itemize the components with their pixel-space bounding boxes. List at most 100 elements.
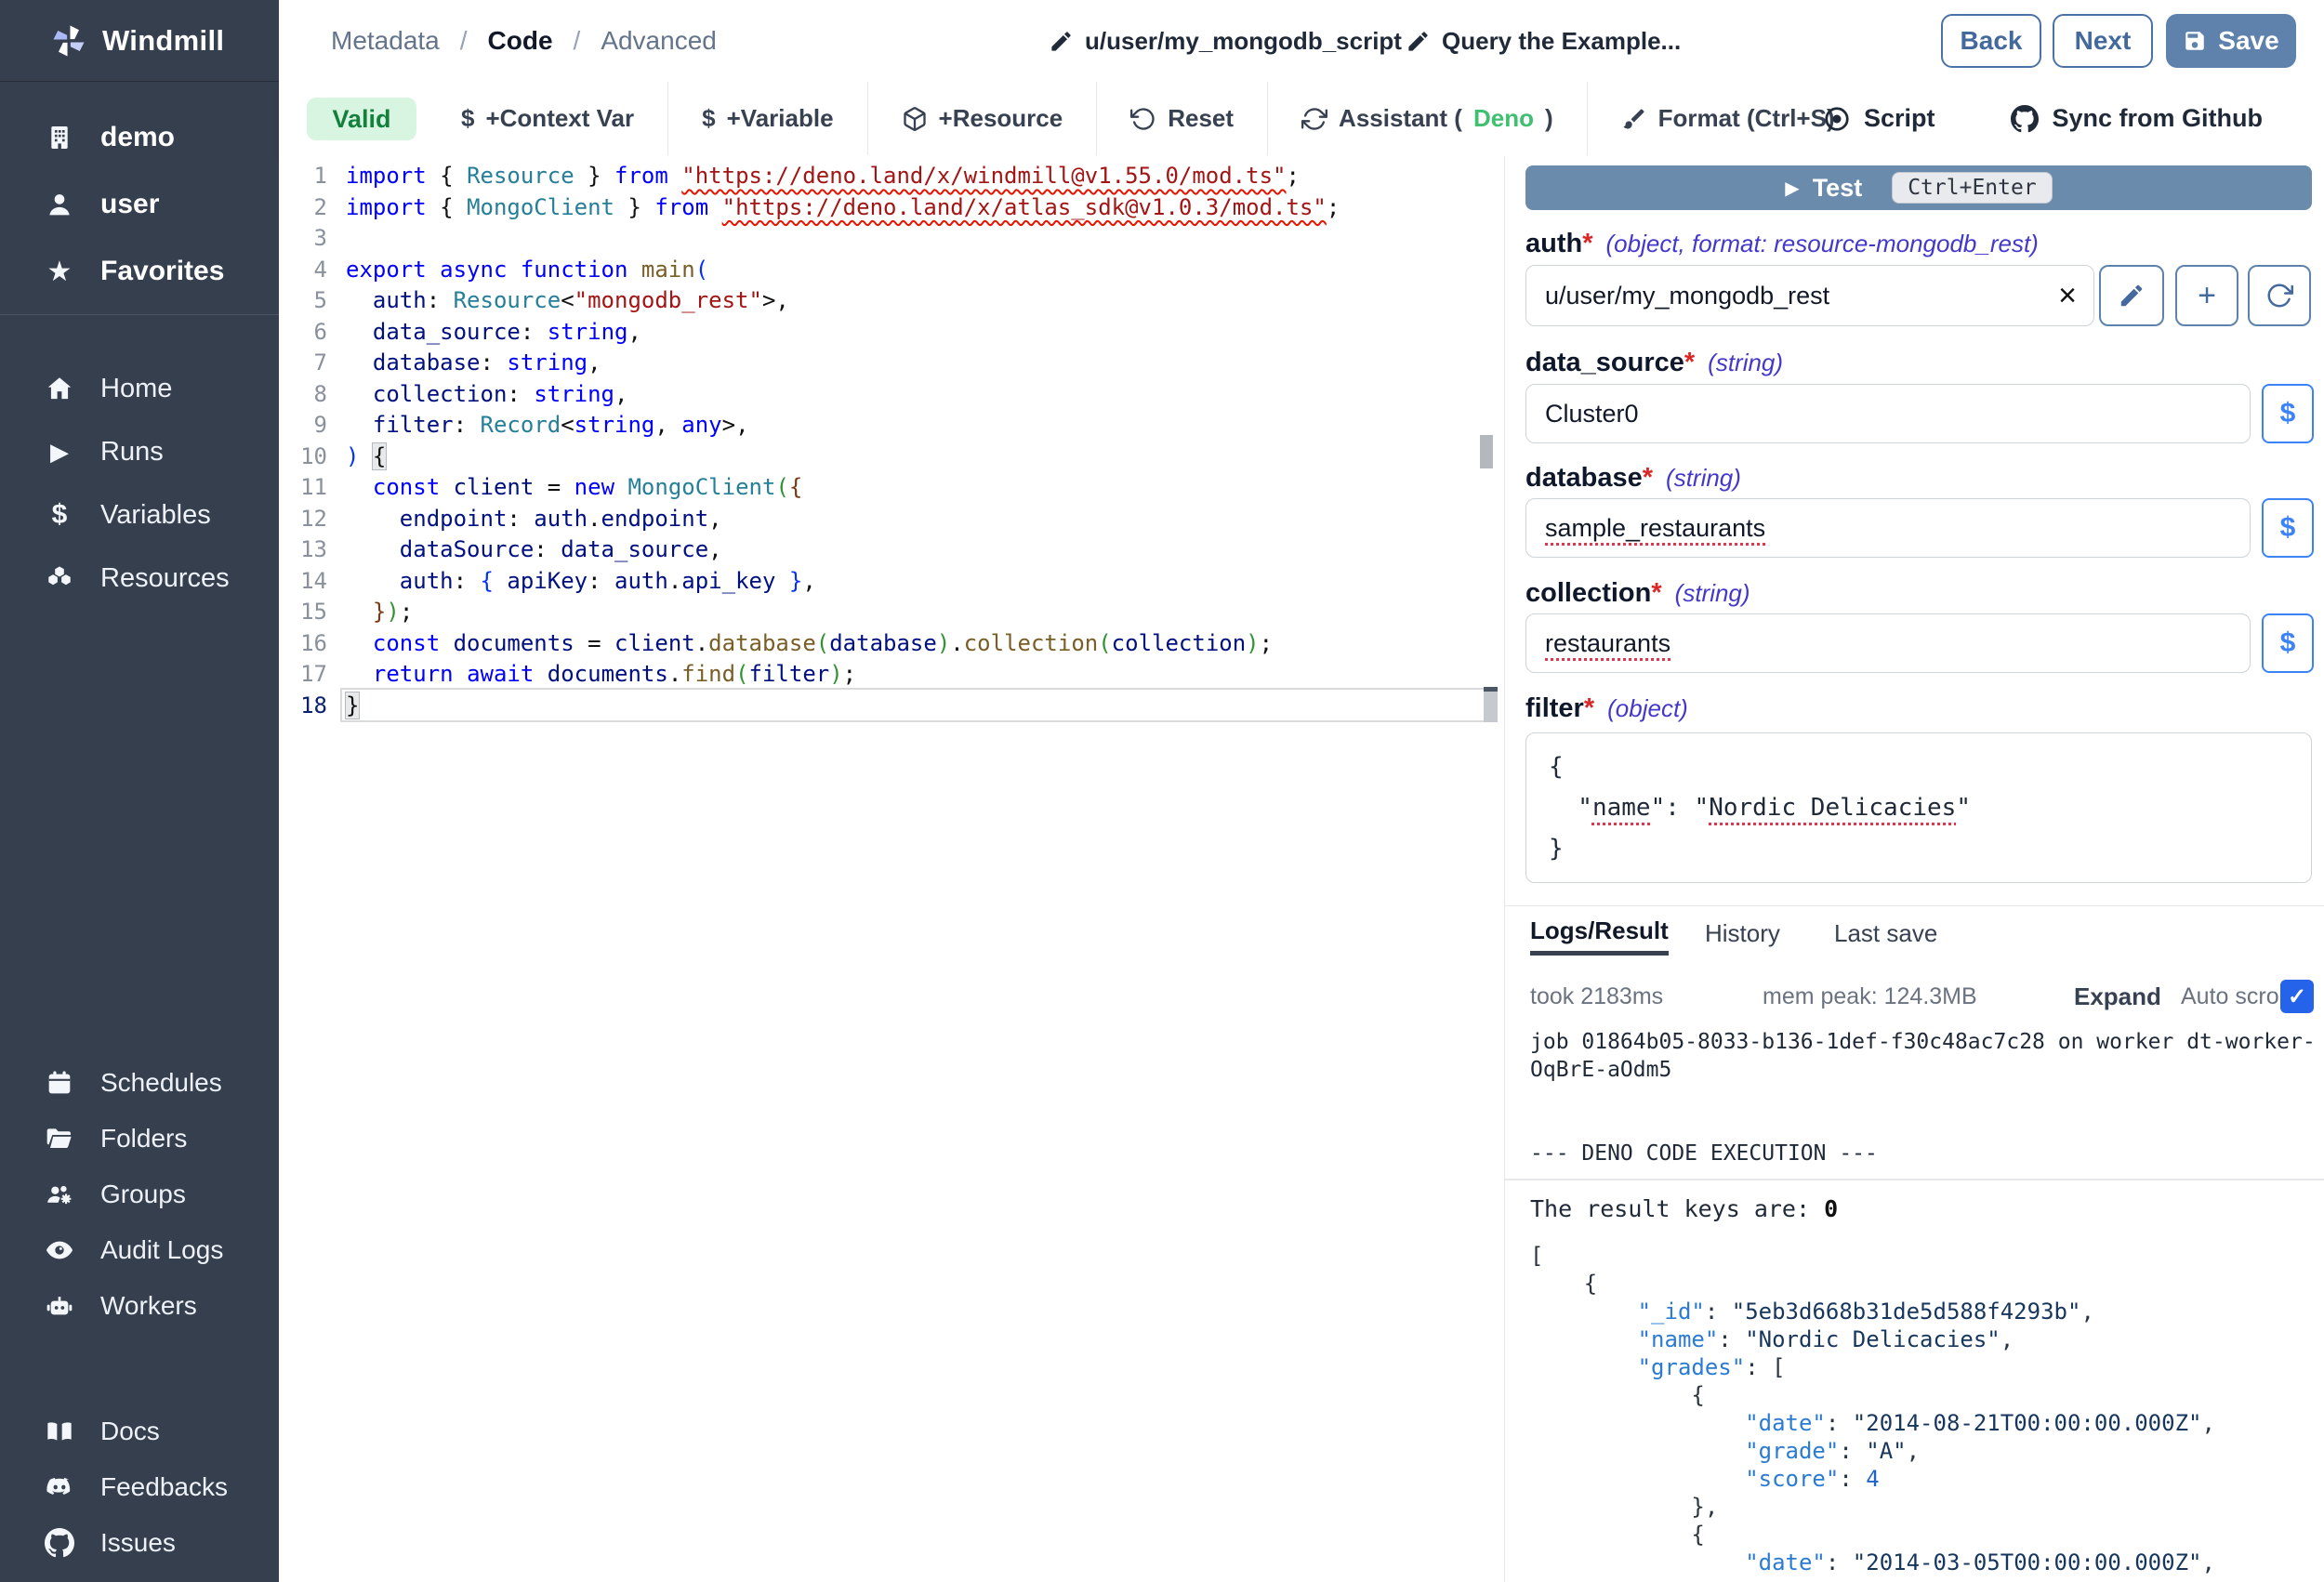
refresh-resource-button[interactable] xyxy=(2248,265,2311,326)
toolbar-script-button[interactable]: Script xyxy=(1817,103,1941,134)
back-button[interactable]: Back xyxy=(1941,14,2041,68)
sidebar: Windmill demo user ★Favorites Home ▶Runs$Va… xyxy=(0,0,279,1582)
sidebar-item-label: user xyxy=(100,189,159,220)
overview-ruler-marker xyxy=(1484,687,1498,722)
collection-input[interactable]: restaurants xyxy=(1525,613,2251,673)
sidebar-item-audit-logs[interactable]: Audit Logs xyxy=(0,1222,279,1278)
breadcrumb: Metadata/Code/Advanced xyxy=(331,0,717,82)
sidebar-item-user[interactable]: user xyxy=(0,171,279,238)
line-number: 7 xyxy=(279,347,327,378)
code-line: import { MongoClient } from "https://den… xyxy=(346,191,1340,223)
tab-history[interactable]: History xyxy=(1705,911,1780,956)
code-line: database: string, xyxy=(346,347,601,378)
line-number: 6 xyxy=(279,316,327,348)
robot-icon xyxy=(43,1289,76,1323)
filter-json-line: "name": "Nordic Delicacies" xyxy=(1549,787,2289,828)
line-number: 15 xyxy=(279,596,327,627)
toolbar-button-label: +Variable xyxy=(727,104,834,133)
breadcrumb-item-advanced[interactable]: Advanced xyxy=(601,26,717,56)
sidebar-item-favorites[interactable]: ★Favorites xyxy=(0,238,279,305)
code-line: dataSource: data_source, xyxy=(346,534,722,565)
filter-json-editor[interactable]: { "name": "Nordic Delicacies"} xyxy=(1525,732,2312,883)
toolbar-button-label: Assistant ( xyxy=(1339,104,1462,133)
toolbar-button-resource[interactable]: +Resource xyxy=(868,82,1097,155)
sidebar-item-folders[interactable]: Folders xyxy=(0,1111,279,1167)
field-label-filter: filter* (object) xyxy=(1525,693,1688,725)
play-icon: ▶ xyxy=(1785,177,1799,200)
toolbar-button-reset[interactable]: Reset xyxy=(1097,82,1267,155)
insert-variable-button[interactable]: $ xyxy=(2262,613,2314,673)
add-resource-button[interactable]: + xyxy=(2175,265,2238,326)
sidebar-item-feedbacks[interactable]: Feedbacks xyxy=(0,1459,279,1515)
script-summary[interactable]: Query the Example... xyxy=(1406,0,1681,82)
toolbar-button-label: Reset xyxy=(1168,104,1234,133)
auth-resource-value: u/user/my_mongodb_rest xyxy=(1545,282,1829,310)
required-marker: * xyxy=(1684,348,1695,378)
result-intro: The result keys are: 0 xyxy=(1530,1195,1838,1223)
line-number: 1 xyxy=(279,160,327,191)
sidebar-item-groups[interactable]: Groups xyxy=(0,1167,279,1222)
script-path[interactable]: u/user/my_mongodb_script xyxy=(1049,0,1402,82)
sidebar-item-issues[interactable]: Issues xyxy=(0,1515,279,1571)
dollar-icon: $ xyxy=(461,104,474,133)
app-logo[interactable]: Windmill xyxy=(0,0,279,82)
result-json-line: "name": "Nordic Delicacies", xyxy=(1530,1325,2317,1353)
tab-last-save[interactable]: Last save xyxy=(1834,911,1937,956)
breadcrumb-item-code[interactable]: Code xyxy=(488,26,553,56)
code-line: ) { xyxy=(346,441,386,472)
sidebar-item-schedules[interactable]: Schedules xyxy=(0,1055,279,1111)
clear-icon[interactable]: × xyxy=(2058,280,2077,311)
breadcrumb-separator: / xyxy=(460,26,468,56)
toolbar-sync-from-github-button[interactable]: Sync from Github xyxy=(2005,103,2268,134)
toolbar-button-context-var[interactable]: $ +Context Var xyxy=(428,82,667,155)
insert-variable-button[interactable]: $ xyxy=(2262,384,2314,443)
toolbar-button-variable[interactable]: $+Variable xyxy=(668,82,866,155)
run-duration: took 2183ms xyxy=(1530,978,1663,1015)
code-line: const client = new MongoClient({ xyxy=(346,471,802,503)
package-icon xyxy=(902,106,928,132)
breadcrumb-item-metadata[interactable]: Metadata xyxy=(331,26,440,56)
line-number: 17 xyxy=(279,658,327,690)
star-icon: ★ xyxy=(43,256,76,288)
sidebar-item-home[interactable]: Home xyxy=(0,357,279,420)
job-logs: job 01864b05-8033-b136-1def-f30c48ac7c28… xyxy=(1530,1028,2317,1167)
auth-resource-input[interactable]: u/user/my_mongodb_rest × xyxy=(1525,265,2094,326)
data-source-input[interactable]: Cluster0 xyxy=(1525,384,2251,443)
edit-resource-button[interactable] xyxy=(2099,265,2164,326)
line-number: 12 xyxy=(279,503,327,534)
database-input[interactable]: sample_restaurants xyxy=(1525,498,2251,558)
sidebar-item-label: Home xyxy=(100,374,172,404)
line-number: 4 xyxy=(279,254,327,285)
test-button[interactable]: ▶ Test Ctrl+Enter xyxy=(1525,165,2312,210)
user-icon xyxy=(43,188,76,221)
sidebar-item-docs[interactable]: Docs xyxy=(0,1404,279,1459)
toolbar-button-label: +Context Var xyxy=(485,104,634,133)
editor-scrollbar-thumb[interactable] xyxy=(1480,435,1493,468)
sidebar-item-demo[interactable]: demo xyxy=(0,104,279,171)
test-shortcut-kbd: Ctrl+Enter xyxy=(1892,172,2052,204)
editor-toolbar: Valid $+Context Var$+Variable+ResourceRe… xyxy=(279,82,2324,157)
windmill-logo-icon xyxy=(48,20,89,61)
code-editor[interactable]: 123456789101112131415161718 import { Res… xyxy=(279,156,1504,1582)
insert-variable-button[interactable]: $ xyxy=(2262,498,2314,558)
required-marker: * xyxy=(1643,463,1653,494)
save-button[interactable]: Save xyxy=(2166,14,2296,68)
sidebar-item-resources[interactable]: Resources xyxy=(0,547,279,610)
sidebar-item-variables[interactable]: $Variables xyxy=(0,483,279,547)
toolbar-button-assistant[interactable]: Assistant (Deno) xyxy=(1268,82,1587,155)
expand-button[interactable]: Expand xyxy=(2074,978,2161,1015)
sidebar-item-label: Groups xyxy=(100,1180,186,1209)
cubes-icon xyxy=(43,561,76,595)
sidebar-item-workers[interactable]: Workers xyxy=(0,1278,279,1334)
refresh-icon xyxy=(2265,282,2293,310)
next-button[interactable]: Next xyxy=(2053,14,2153,68)
code-line: }); xyxy=(346,596,413,627)
auto-scroll-checkbox[interactable]: ✓ xyxy=(2280,980,2314,1013)
groups-icon xyxy=(43,1178,76,1211)
sidebar-item-runs[interactable]: ▶Runs xyxy=(0,420,279,483)
sidebar-item-label: Resources xyxy=(100,563,230,594)
required-marker: * xyxy=(1584,693,1594,724)
panel-divider xyxy=(1505,905,2324,906)
reset-icon xyxy=(1130,106,1156,132)
tab-logs-result[interactable]: Logs/Result xyxy=(1530,911,1669,956)
